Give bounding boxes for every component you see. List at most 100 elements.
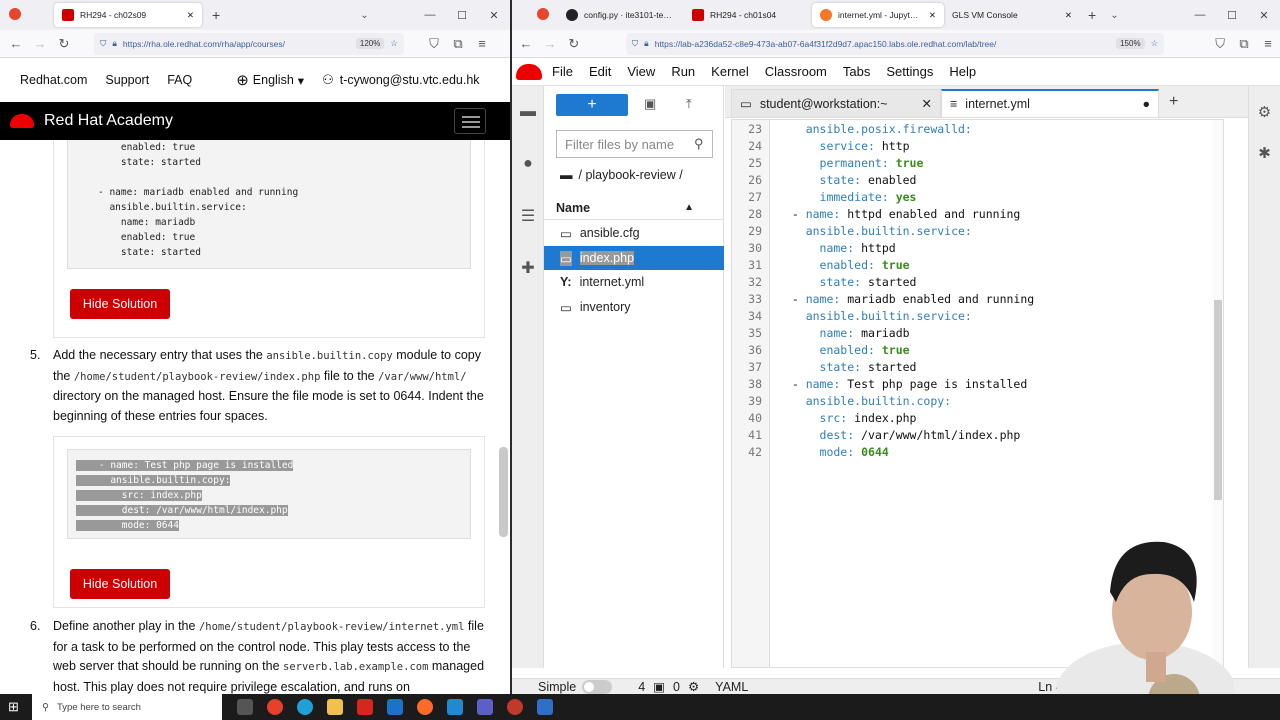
code-line[interactable]: - name: httpd enabled and running	[778, 206, 1021, 223]
code-line[interactable]: - name: Test php page is installed	[778, 376, 1027, 393]
firefox-view-icon[interactable]	[0, 7, 30, 23]
menu-kernel[interactable]: Kernel	[703, 64, 757, 79]
simple-mode-toggle[interactable]	[582, 679, 613, 694]
extensions-icon[interactable]: ⧉	[446, 36, 470, 52]
bookmark-star-icon[interactable]: ☆	[390, 38, 398, 49]
address-bar[interactable]: ⛉ 🔒︎ https://lab-a236da52-c8e9-473a-ab07-…	[625, 32, 1165, 55]
file-row[interactable]: ▭ inventory	[544, 295, 724, 319]
firefox-icon[interactable]	[410, 694, 440, 720]
acrobat-icon[interactable]	[350, 694, 380, 720]
chrome-icon[interactable]	[260, 694, 290, 720]
zoom-badge[interactable]: 120%	[355, 38, 385, 49]
forward-icon[interactable]: →	[28, 36, 52, 51]
menu-classroom[interactable]: Classroom	[757, 64, 835, 79]
menu-run[interactable]: Run	[663, 64, 703, 79]
kernel-count[interactable]: 0	[673, 680, 680, 694]
hide-solution-button[interactable]: Hide Solution	[70, 289, 170, 319]
page-scrollbar[interactable]	[499, 447, 508, 537]
filter-files-input[interactable]: Filter files by name ⚲	[556, 130, 713, 158]
code-line[interactable]: ansible.builtin.service:	[778, 308, 972, 325]
terminal-count[interactable]: 4	[638, 680, 645, 694]
code-line[interactable]: permanent: true	[778, 155, 924, 172]
windows-start-icon[interactable]: ⊞	[8, 700, 22, 714]
code-block-selected[interactable]: - name: Test php page is installed ansib…	[67, 449, 471, 539]
folder-icon[interactable]: ▬	[512, 86, 544, 138]
code-line[interactable]: state: started	[778, 274, 917, 291]
support-link[interactable]: Support	[105, 73, 149, 87]
maximize-icon[interactable]: ☐	[446, 9, 478, 22]
tab-config-py[interactable]: config.py · ite3101-testing	[558, 3, 684, 27]
minimize-icon[interactable]: —	[414, 9, 446, 22]
menu-file[interactable]: File	[544, 64, 581, 79]
tab-rh294-ch01s04[interactable]: RH294 - ch01s04	[684, 3, 812, 27]
menu-icon[interactable]: ≡	[1256, 36, 1280, 51]
reload-icon[interactable]: ↻	[52, 36, 76, 52]
hide-solution-button[interactable]: Hide Solution	[70, 569, 170, 599]
close-tab-icon[interactable]: ✕	[1065, 10, 1072, 21]
menu-tabs[interactable]: Tabs	[835, 64, 878, 79]
teams-icon[interactable]	[470, 694, 500, 720]
code-line[interactable]: - name: mariadb enabled and running	[778, 291, 1034, 308]
address-bar[interactable]: ⛉ 🔒︎ https://rha.ole.redhat.com/rha/app/c…	[94, 32, 404, 55]
minimize-icon[interactable]: —	[1184, 9, 1216, 22]
code-line[interactable]: enabled: true	[778, 342, 910, 359]
code-line[interactable]: name: httpd	[778, 240, 896, 257]
code-line[interactable]: state: started	[778, 359, 917, 376]
new-tab-icon[interactable]: +	[212, 7, 220, 23]
code-line[interactable]: dest: /var/www/html/index.php	[778, 427, 1021, 444]
outlook-icon[interactable]	[380, 694, 410, 720]
menu-edit[interactable]: Edit	[581, 64, 619, 79]
close-window-icon[interactable]: ✕	[478, 9, 510, 22]
add-tab-icon[interactable]: +	[1169, 93, 1178, 111]
menu-help[interactable]: Help	[941, 64, 984, 79]
property-inspector-gear-icon[interactable]: ⚙	[1249, 86, 1280, 138]
close-window-icon[interactable]: ✕	[1248, 9, 1280, 22]
hamburger-menu-icon[interactable]	[454, 108, 486, 134]
remote-desktop-icon[interactable]	[530, 694, 560, 720]
bookmark-star-icon[interactable]: ☆	[1151, 38, 1159, 49]
tab-terminal[interactable]: ▭ student@workstation:~ ✕	[731, 89, 941, 117]
unsaved-dot-icon[interactable]: ●	[1142, 97, 1150, 111]
code-line[interactable]: ansible.builtin.copy:	[778, 393, 951, 410]
maximize-icon[interactable]: ☐	[1216, 9, 1248, 22]
menu-settings[interactable]: Settings	[878, 64, 941, 79]
rha-logo[interactable]: Red Hat Academy	[10, 112, 173, 130]
debugger-bug-icon[interactable]: ✱	[1249, 138, 1280, 168]
close-tab-icon[interactable]: ✕	[929, 10, 936, 21]
code-line[interactable]: ansible.builtin.service:	[778, 223, 972, 240]
redhat-com-link[interactable]: Redhat.com	[20, 73, 87, 87]
code-line[interactable]: enabled: true	[778, 257, 910, 274]
forward-icon[interactable]: →	[538, 36, 562, 51]
faq-link[interactable]: FAQ	[167, 73, 192, 87]
new-launcher-button[interactable]: +	[556, 94, 628, 116]
stop-circle-icon[interactable]: ●	[512, 138, 544, 190]
upload-icon[interactable]: ⤒	[686, 96, 692, 112]
menu-icon[interactable]: ≡	[470, 36, 494, 51]
close-tab-icon[interactable]: ✕	[922, 96, 932, 111]
code-line[interactable]: ansible.posix.firewalld:	[778, 121, 972, 138]
code-line[interactable]: src: index.php	[778, 410, 917, 427]
reload-icon[interactable]: ↻	[562, 36, 586, 52]
vscode-icon[interactable]	[440, 694, 470, 720]
back-icon[interactable]: ←	[4, 36, 28, 51]
chevron-down-icon[interactable]: ⌄	[1110, 10, 1118, 21]
tab-gls-vm-console[interactable]: GLS VM Console ✕	[944, 3, 1080, 27]
back-icon[interactable]: ←	[514, 36, 538, 51]
new-folder-icon[interactable]: ▣	[644, 96, 656, 112]
tab-rh294-ch02s09[interactable]: RH294 - ch02s09 ✕	[54, 3, 202, 27]
task-view-icon[interactable]	[230, 694, 260, 720]
code-line[interactable]: name: mariadb	[778, 325, 910, 342]
folder-icon[interactable]: ▬	[560, 168, 573, 182]
file-row-selected[interactable]: ▭ index.php	[544, 246, 724, 270]
extensions-icon[interactable]: ⧉	[1232, 36, 1256, 52]
language-mode[interactable]: YAML	[715, 680, 748, 694]
taskbar-search-input[interactable]: ⚲ Type here to search	[32, 694, 222, 720]
code-line[interactable]: mode: 0644	[778, 444, 889, 461]
code-line[interactable]: state: enabled	[778, 172, 917, 189]
zoom-badge[interactable]: 150%	[1116, 38, 1145, 49]
pocket-icon[interactable]: ⛉	[422, 36, 446, 52]
code-line[interactable]: service: http	[778, 138, 910, 155]
column-header-name[interactable]: Name ▲	[544, 196, 724, 220]
table-of-contents-icon[interactable]: ☰	[512, 190, 544, 242]
menu-view[interactable]: View	[619, 64, 663, 79]
